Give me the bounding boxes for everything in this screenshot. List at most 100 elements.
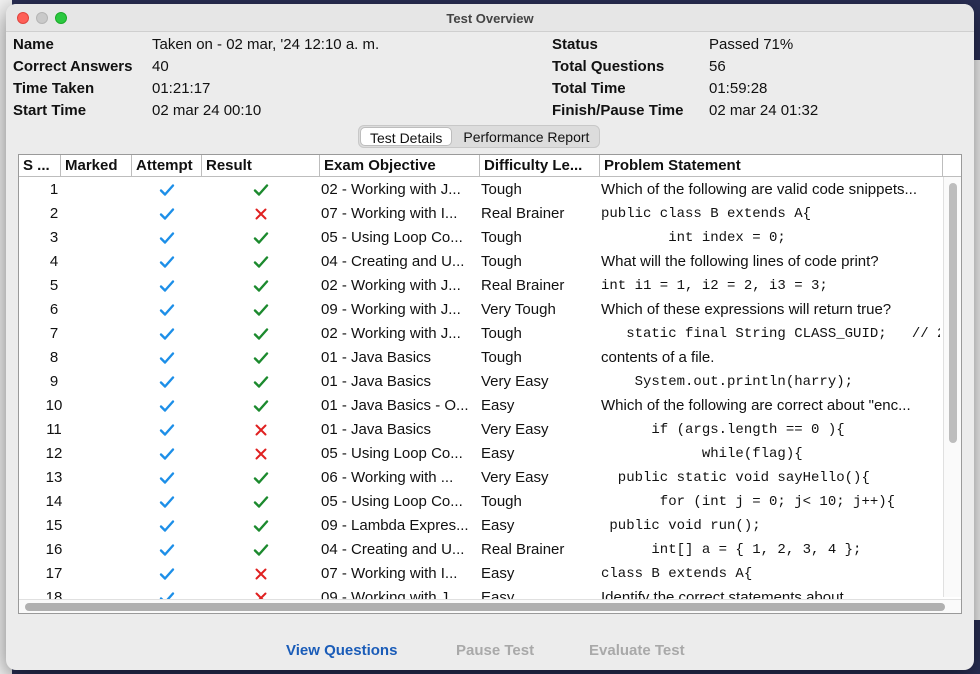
result-cell [202,298,320,322]
problem-statement-cell: System.out.println(harry); [601,374,854,390]
attempted-check-icon [159,424,175,436]
attempted-check-icon [159,352,175,364]
table-row[interactable]: 8 01 - Java Basics Tough contents of a file… [19,346,944,370]
attempt-cell [132,538,202,562]
table-row[interactable]: 11 01 - Java Basics Very Easy if (args.len… [19,418,944,442]
serial-cell: 9 [49,373,59,390]
problem-statement-cell: Which of the following are valid code sn… [601,181,918,198]
time-taken-label: Time Taken [13,80,95,97]
problem-statement-cell: int i1 = 1, i2 = 2, i3 = 3; [601,278,828,294]
view-questions-button[interactable]: View Questions [286,642,397,659]
column-header-difficulty[interactable]: Difficulty Le... [480,155,600,176]
serial-cell: 14 [45,493,63,510]
status-label: Status [552,36,598,53]
difficulty-cell: Very Easy [481,469,549,486]
pause-test-button[interactable]: Pause Test [456,642,534,659]
evaluate-test-button[interactable]: Evaluate Test [589,642,685,659]
table-row[interactable]: 9 01 - Java Basics Very Easy System.out.pr… [19,370,944,394]
attempt-cell [132,178,202,202]
table-row[interactable]: 14 05 - Using Loop Co... Tough for (int j … [19,490,944,514]
correct-answers-label: Correct Answers [13,58,133,75]
column-header-exam-objective[interactable]: Exam Objective [320,155,480,176]
wrong-cross-icon [255,208,267,220]
table-row[interactable]: 1 02 - Working with J... Tough Which of the… [19,178,944,202]
table-row[interactable]: 2 07 - Working with I... Real Brainer publi… [19,202,944,226]
correct-check-icon [253,520,269,532]
horizontal-scrollbar-thumb[interactable] [25,603,945,611]
correct-check-icon [253,232,269,244]
table-row[interactable]: 6 09 - Working with J... Very Tough Which o… [19,298,944,322]
result-cell [202,322,320,346]
table-row[interactable]: 12 05 - Using Loop Co... Easy while(flag){ [19,442,944,466]
exam-objective-cell: 07 - Working with I... [321,205,458,222]
table-row[interactable]: 7 02 - Working with J... Tough static fina… [19,322,944,346]
marked-cell [89,538,132,562]
attempt-cell [132,226,202,250]
problem-statement-cell: Which of these expressions will return t… [601,301,892,318]
column-header-problem-statement[interactable]: Problem Statement [600,155,943,176]
result-cell [202,562,320,586]
serial-cell: 15 [45,517,63,534]
marked-cell [89,250,132,274]
difficulty-cell: Real Brainer [481,277,565,294]
column-header-serial[interactable]: S ... [19,155,61,176]
total-questions-value: 56 [709,58,726,75]
vertical-scrollbar-thumb[interactable] [949,183,957,443]
result-cell [202,226,320,250]
correct-check-icon [253,376,269,388]
column-header-result[interactable]: Result [202,155,320,176]
tab-test-details[interactable]: Test Details [360,127,453,146]
result-cell [202,442,320,466]
table-row[interactable]: 17 07 - Working with I... Easy class B exte… [19,562,944,586]
attempted-check-icon [159,544,175,556]
table-row[interactable]: 3 05 - Using Loop Co... Tough int index = … [19,226,944,250]
serial-cell: 7 [49,325,59,342]
exam-objective-cell: 01 - Java Basics - O... [321,397,469,414]
table-row[interactable]: 16 04 - Creating and U... Real Brainer int… [19,538,944,562]
start-time-label: Start Time [13,102,87,119]
serial-cell: 1 [49,181,59,198]
column-header-attempt[interactable]: Attempt [132,155,202,176]
marked-cell [89,178,132,202]
table-row[interactable]: 13 06 - Working with ... Very Easy public … [19,466,944,490]
table-row[interactable]: 5 02 - Working with J... Real Brainer int i… [19,274,944,298]
result-cell [202,538,320,562]
column-header-marked[interactable]: Marked [61,155,132,176]
difficulty-cell: Real Brainer [481,205,565,222]
name-value: Taken on - 02 mar, '24 12:10 a. m. [152,36,380,53]
problem-statement-cell: while(flag){ [601,446,803,462]
attempt-cell [132,322,202,346]
attempted-check-icon [159,232,175,244]
table-row[interactable]: 10 01 - Java Basics - O... Easy Which of th… [19,394,944,418]
serial-cell: 6 [49,301,59,318]
difficulty-cell: Very Tough [481,301,556,318]
serial-cell: 13 [45,469,63,486]
test-details-table: S ... Marked Attempt Result Exam Objecti… [18,154,962,614]
result-cell [202,178,320,202]
problem-statement-cell: class B extends A{ [601,566,753,582]
correct-check-icon [253,352,269,364]
marked-cell [89,202,132,226]
exam-objective-cell: 01 - Java Basics [321,421,432,438]
status-value: Passed 71% [709,36,794,53]
serial-cell: 5 [49,277,59,294]
table-row[interactable]: 15 09 - Lambda Expres... Easy public void … [19,514,944,538]
test-overview-window: Test Overview Name Taken on - 02 mar, '2… [6,4,974,670]
exam-objective-cell: 04 - Creating and U... [321,541,465,558]
marked-cell [89,562,132,586]
attempt-cell [132,298,202,322]
name-label: Name [13,36,54,53]
table-row[interactable]: 4 04 - Creating and U... Tough What will th… [19,250,944,274]
vertical-scrollbar[interactable] [943,177,961,597]
serial-cell: 8 [49,349,59,366]
horizontal-scrollbar[interactable] [19,599,961,613]
result-cell [202,466,320,490]
wrong-cross-icon [255,568,267,580]
attempted-check-icon [159,376,175,388]
total-questions-label: Total Questions [552,58,665,75]
difficulty-cell: Easy [481,565,515,582]
problem-statement-cell: public class B extends A{ [601,206,812,222]
attempted-check-icon [159,400,175,412]
serial-cell: 4 [49,253,59,270]
tab-performance-report[interactable]: Performance Report [453,126,599,147]
